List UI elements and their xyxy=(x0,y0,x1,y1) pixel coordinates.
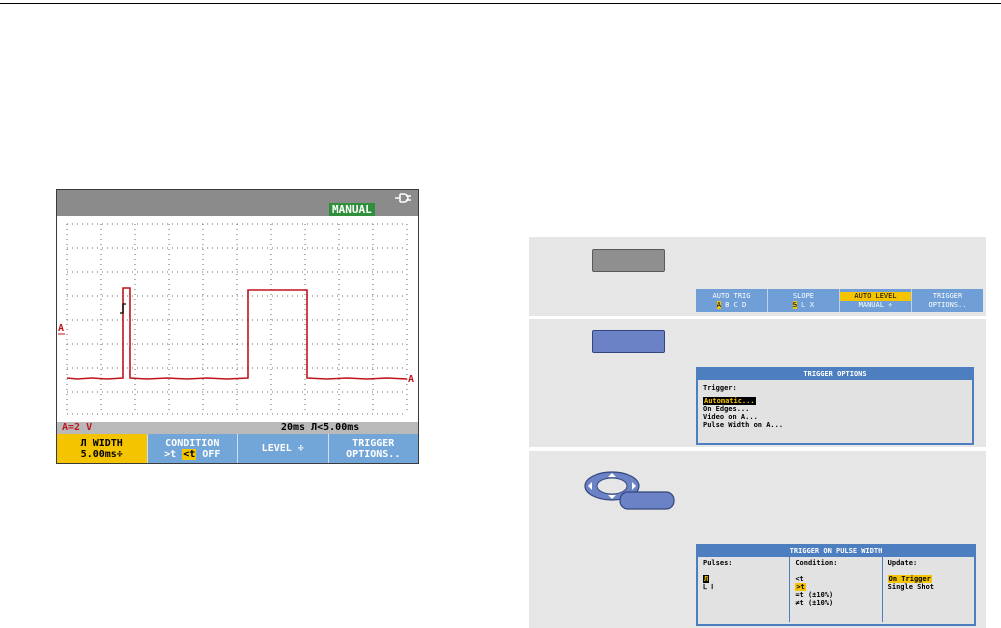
slope-menu-item[interactable]: SLOPE Ꭶ Ꮮ Ⅹ xyxy=(767,289,839,312)
trace-area: A A xyxy=(57,216,418,422)
update-single-shot-option[interactable]: Single Shot xyxy=(888,583,969,591)
condition-greater-option[interactable]: >t xyxy=(795,583,806,591)
step-3-panel: TRIGGER ON PULSE WIDTH Pulses: Л Ⅼ Ⅰ Con… xyxy=(529,451,986,628)
step-2-panel: TRIGGER OPTIONS Trigger: Automatic... On… xyxy=(529,319,986,447)
power-plug-icon xyxy=(395,193,411,203)
trigger-options-dialog: TRIGGER OPTIONS Trigger: Automatic... On… xyxy=(696,367,974,445)
dialog-title: TRIGGER ON PULSE WIDTH xyxy=(698,546,974,557)
update-on-trigger-option[interactable]: On Trigger xyxy=(887,575,932,583)
trigger-marker-icon xyxy=(120,303,126,314)
condition-equal-option[interactable]: =t (±10%) xyxy=(795,591,876,599)
pulses-column: Pulses: Л Ⅼ Ⅰ xyxy=(698,557,789,622)
condition-not-equal-option[interactable]: ≠t (±10%) xyxy=(795,599,876,607)
pulse-negative-option[interactable]: Ⅼ Ⅰ xyxy=(703,583,784,591)
vertical-scale-readout: A=2 V xyxy=(62,422,93,433)
scope-header-bar: MANUAL xyxy=(57,190,418,216)
dialog-title: TRIGGER OPTIONS xyxy=(698,369,972,380)
option-on-edges[interactable]: On Edges... xyxy=(703,405,967,413)
function-key-button[interactable] xyxy=(592,330,665,353)
trigger-options-softkey[interactable]: TRIGGER OPTIONS.. xyxy=(327,434,418,463)
grid-lines xyxy=(66,223,408,415)
condition-column: Condition: <t >t =t (±10%) ≠t (±10%) xyxy=(789,557,881,622)
condition-softkey[interactable]: CONDITION >t <t OFF xyxy=(146,434,237,463)
manual-badge: MANUAL xyxy=(329,203,375,216)
waveform-plot: A A xyxy=(58,223,414,415)
trigger-key-button[interactable] xyxy=(592,249,665,272)
timebase-readout: 20ms Л<5.00ms xyxy=(281,422,360,433)
update-column: Update: On Trigger Single Shot xyxy=(881,557,974,622)
arrow-keypad-icon[interactable] xyxy=(582,468,675,510)
channel-a-marker: A xyxy=(58,323,64,334)
step-1-panel: AUTO TRIG A B C D SLOPE Ꭶ Ꮮ Ⅹ AUTO LEVEL… xyxy=(529,237,986,316)
option-automatic[interactable]: Automatic... xyxy=(703,397,756,405)
auto-level-menu-item[interactable]: AUTO LEVEL MANUAL ÷ xyxy=(839,289,911,312)
oscilloscope-screen: MANUAL A A A=2 V 20ms Л<5.00ms Л WIDTH 5… xyxy=(56,189,419,464)
auto-trig-menu-item[interactable]: AUTO TRIG A B C D xyxy=(696,289,767,312)
signal-trace xyxy=(66,287,408,380)
trigger-label: Trigger: xyxy=(703,384,737,392)
trace-end-marker: A xyxy=(408,374,414,385)
trigger-options-menu-item[interactable]: TRIGGER OPTIONS.. xyxy=(911,289,983,312)
enter-key-icon xyxy=(619,491,675,510)
scope-softkey-bar: Л WIDTH 5.00ms÷ CONDITION >t <t OFF LEVE… xyxy=(57,434,418,463)
option-video[interactable]: Video on A... xyxy=(703,413,967,421)
level-softkey[interactable]: LEVEL ÷ xyxy=(237,434,328,463)
pulse-positive-option[interactable]: Л xyxy=(703,575,710,583)
pulse-width-dialog: TRIGGER ON PULSE WIDTH Pulses: Л Ⅼ Ⅰ Con… xyxy=(696,544,976,626)
scope-status-bar: A=2 V 20ms Л<5.00ms xyxy=(57,422,418,434)
trigger-menu-bar: AUTO TRIG A B C D SLOPE Ꭶ Ꮮ Ⅹ AUTO LEVEL… xyxy=(696,289,983,312)
option-pulse-width[interactable]: Pulse Width on A... xyxy=(703,421,967,429)
condition-less-option[interactable]: <t xyxy=(795,575,876,583)
top-rule xyxy=(0,3,1001,4)
pulse-width-softkey[interactable]: Л WIDTH 5.00ms÷ xyxy=(57,434,147,463)
